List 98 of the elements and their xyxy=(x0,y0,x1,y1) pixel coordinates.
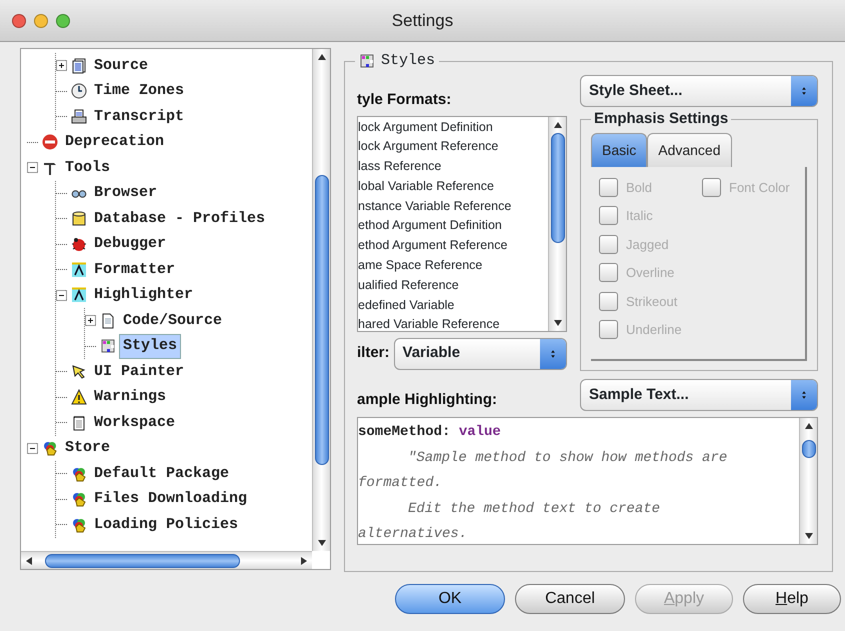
tree-item[interactable]: Store xyxy=(62,437,114,460)
list-item[interactable]: lobal Variable Reference xyxy=(358,176,548,197)
vertical-scrollbar[interactable] xyxy=(799,418,817,544)
list-item[interactable]: ame Space Reference xyxy=(358,256,548,276)
scroll-thumb[interactable] xyxy=(550,132,564,242)
tree-item[interactable]: Styles xyxy=(120,335,180,358)
vertical-scrollbar[interactable] xyxy=(312,49,330,551)
tree-item[interactable]: Time Zones xyxy=(91,80,188,102)
code-line: "Sample method to show how methods are xyxy=(407,448,728,468)
scroll-down-arrow-icon[interactable] xyxy=(316,538,326,548)
scroll-up-arrow-icon[interactable] xyxy=(552,120,562,130)
scroll-down-arrow-icon[interactable] xyxy=(552,318,562,328)
list-item[interactable]: edefined Variable xyxy=(358,296,548,316)
tree-item[interactable]: Code/Source xyxy=(120,310,226,332)
window-title: Settings xyxy=(392,10,454,30)
checkbox-label: Italic xyxy=(626,207,653,225)
scroll-up-arrow-icon[interactable] xyxy=(804,421,814,431)
code-line: alternatives. xyxy=(358,525,468,544)
code-line: someMethod: value xyxy=(358,423,502,442)
tree-item[interactable]: Transcript xyxy=(91,106,188,128)
code-line: Edit the method text to create xyxy=(407,500,662,518)
list-item[interactable]: hared Variable Reference xyxy=(358,315,548,330)
scroll-down-arrow-icon[interactable] xyxy=(804,531,814,541)
dialog-button[interactable]: OK xyxy=(395,584,505,614)
group-title: Emphasis Settings xyxy=(593,109,730,129)
document-stack-icon xyxy=(71,58,87,74)
filter-label: ilter: xyxy=(357,343,390,364)
code-line: formatted. xyxy=(358,474,444,493)
tree-item[interactable]: Browser xyxy=(91,182,160,204)
balls-icon xyxy=(71,491,87,508)
scroll-thumb[interactable] xyxy=(314,175,328,465)
tree-item[interactable]: Formatter xyxy=(91,258,178,281)
tree-item[interactable]: Highlighter xyxy=(91,284,196,306)
tree-item[interactable]: Loading Policies xyxy=(91,514,242,536)
ruler-page-icon xyxy=(71,287,87,304)
zoom-button[interactable] xyxy=(56,14,70,28)
checkbox-label: Overline xyxy=(626,264,674,282)
bug-icon xyxy=(71,236,87,252)
scroll-thumb[interactable] xyxy=(45,554,240,568)
minimize-button[interactable] xyxy=(34,14,48,28)
scroll-thumb[interactable] xyxy=(802,440,816,458)
list-item[interactable]: ethod Argument Reference xyxy=(358,236,548,256)
list-item[interactable]: nstance Variable Reference xyxy=(358,196,548,216)
list-item[interactable]: ualified Reference xyxy=(358,276,548,296)
group-title: Styles xyxy=(381,51,436,71)
checkbox-label: Jagged xyxy=(626,236,669,254)
tree-item[interactable]: UI Painter xyxy=(91,360,188,383)
database-icon xyxy=(71,210,87,227)
stop-icon xyxy=(42,134,58,150)
printer-icon xyxy=(71,108,87,125)
horizontal-scrollbar[interactable] xyxy=(21,551,312,569)
sample-text-dropdown[interactable]: Sample Text... xyxy=(580,379,818,411)
checkbox-label: Bold xyxy=(626,178,652,196)
balls-icon xyxy=(71,516,87,533)
dialog-button[interactable]: Help xyxy=(743,584,841,614)
collapse-toggle[interactable] xyxy=(56,290,67,301)
vertical-scrollbar[interactable] xyxy=(548,116,566,330)
tree-item[interactable]: Database - Profiles xyxy=(91,208,268,230)
list-item[interactable]: lass Reference xyxy=(358,157,548,177)
tree-item[interactable]: Files Downloading xyxy=(91,488,250,510)
checkbox-label: Underline xyxy=(626,321,682,339)
grid-icon xyxy=(100,338,116,354)
collapse-toggle[interactable] xyxy=(27,442,38,454)
grid-icon xyxy=(359,53,375,69)
close-button[interactable] xyxy=(12,14,26,28)
ruler-page-icon xyxy=(71,262,87,278)
pointer-icon xyxy=(71,364,87,380)
scroll-right-arrow-icon[interactable] xyxy=(299,556,309,566)
checkbox-label: Font Color xyxy=(729,178,790,196)
scroll-left-arrow-icon[interactable] xyxy=(24,556,34,566)
document-icon xyxy=(100,312,116,329)
checkbox-label: Strikeout xyxy=(626,292,678,310)
warning-icon xyxy=(71,389,87,406)
tree-item[interactable]: Source xyxy=(91,54,152,77)
tree-item[interactable]: Warnings xyxy=(91,386,170,408)
list-label: tyle Formats: xyxy=(357,90,452,110)
collapse-toggle[interactable] xyxy=(27,162,38,174)
tree-item[interactable]: Debugger xyxy=(91,233,170,256)
expand-toggle[interactable] xyxy=(85,315,96,326)
dialog-button[interactable]: Cancel xyxy=(515,584,625,614)
balls-icon xyxy=(42,440,58,456)
sample-label: ample Highlighting: xyxy=(357,390,498,410)
tab[interactable]: Advanced xyxy=(647,133,732,167)
notepad-icon xyxy=(71,414,87,431)
filter-dropdown[interactable]: Variable xyxy=(394,338,567,370)
list-item[interactable]: lock Argument Reference xyxy=(358,137,548,158)
style-sheet-dropdown[interactable]: Style Sheet... xyxy=(580,75,818,107)
expand-toggle[interactable] xyxy=(56,60,67,72)
tree-item[interactable]: Workspace xyxy=(91,412,178,434)
list-item[interactable]: lock Argument Definition xyxy=(358,118,548,138)
tree-item[interactable]: Tools xyxy=(62,156,114,179)
list-item[interactable]: ethod Argument Definition xyxy=(358,216,548,236)
tree-item[interactable]: Deprecation xyxy=(62,131,168,154)
clock-icon xyxy=(71,83,87,100)
balls-icon xyxy=(71,466,87,482)
scroll-up-arrow-icon[interactable] xyxy=(316,52,326,62)
tab[interactable]: Basic xyxy=(591,133,648,167)
tree-item[interactable]: Default Package xyxy=(91,462,232,485)
